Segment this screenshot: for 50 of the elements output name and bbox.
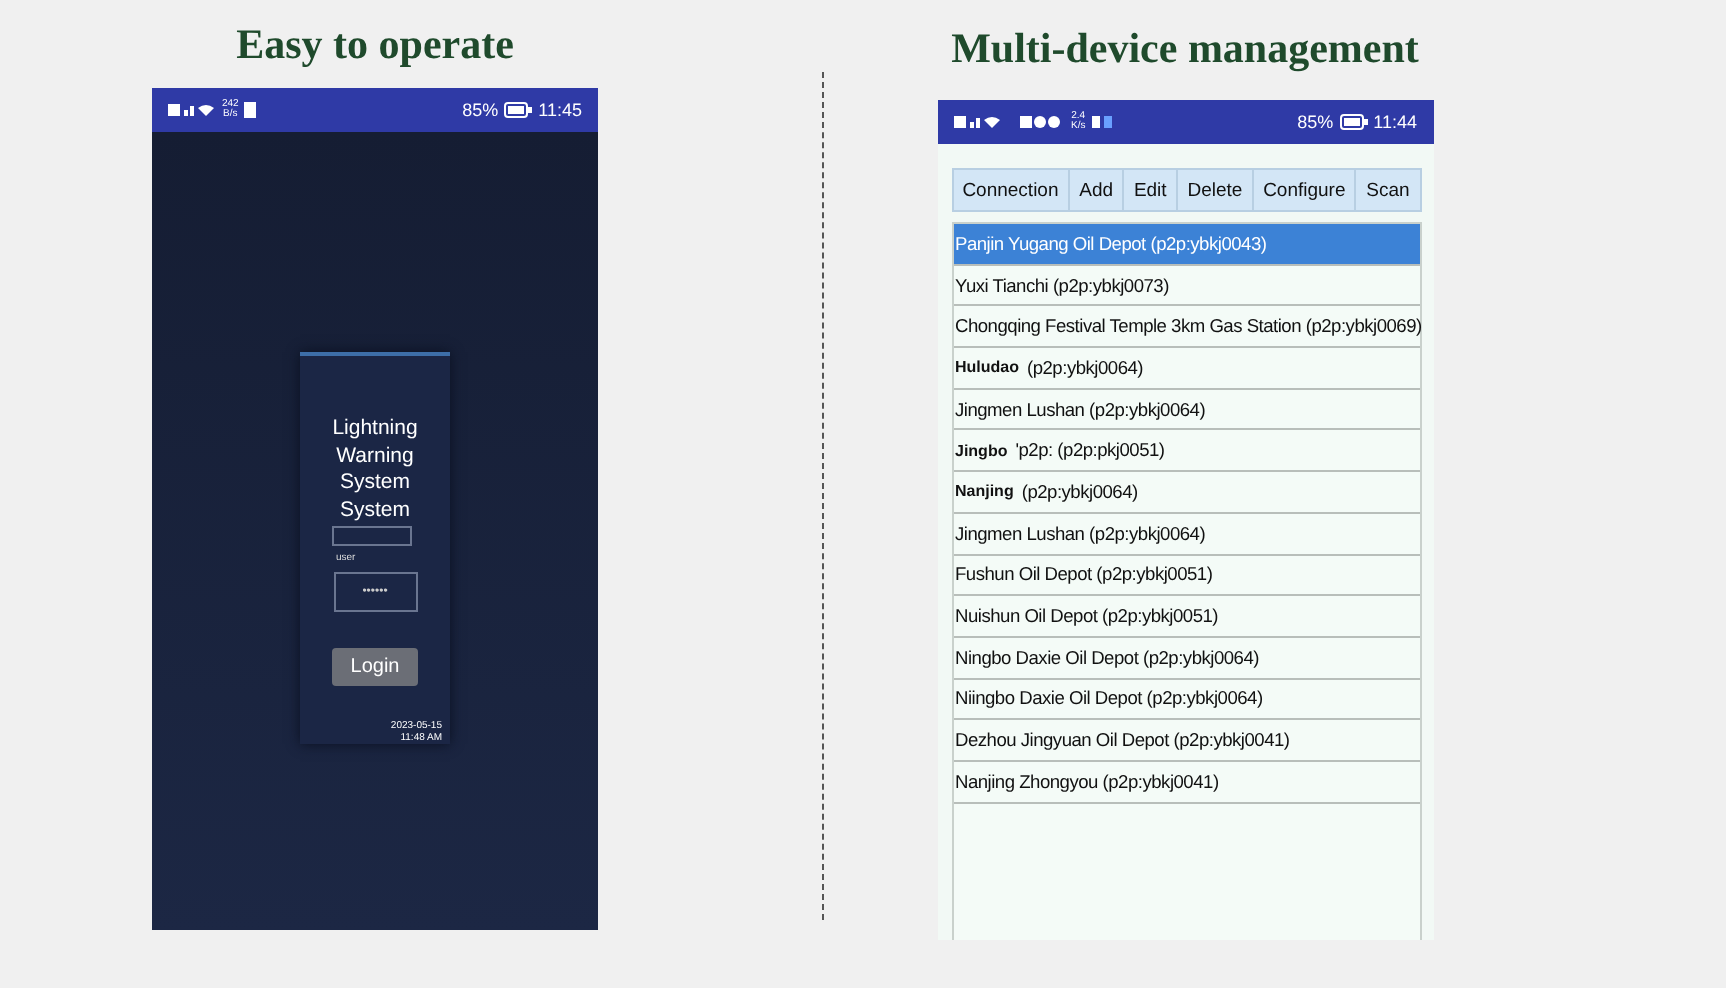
device-item[interactable]: Panjin Yugang Oil Depot (p2p:ybkj0043)	[953, 224, 1419, 266]
device-item[interactable]: Fushun Oil Depot (p2p:ybkj0051)	[953, 555, 1419, 597]
app-title: Lightning Warning System System	[330, 416, 420, 524]
device-label: Huludao	[955, 358, 1019, 377]
device-item[interactable]: Dezhou Jingyuan Oil Depot (p2p:ybkj0041)	[953, 720, 1419, 762]
toolbar-button[interactable]: Connection	[953, 170, 1070, 210]
device-name: Nuishun Oil Depot (p2p:ybkj0051)	[955, 606, 1219, 627]
clock: 11:45	[538, 100, 582, 120]
device-name: Panjin Yugang Oil Depot (p2p:ybkj0043)	[955, 233, 1267, 254]
battery-icon	[1339, 114, 1368, 130]
status-icons	[168, 102, 216, 118]
caption: Multi-device management	[951, 24, 1419, 76]
device-name: Chongqing Festival Temple 3km Gas Station (p2p:ybkj0069)	[955, 316, 1422, 337]
device-name: Jingmen Lushan (p2p:ybkj0064)	[955, 399, 1206, 420]
device-label: Nanjing	[955, 482, 1014, 501]
device-item[interactable]: Chongqing Festival Temple 3km Gas Station (p2p:ybkj0069)	[953, 306, 1419, 349]
battery-percent: 85%	[462, 100, 499, 120]
toolbar-button[interactable]: Configure	[1253, 170, 1357, 210]
device-item[interactable]: Jingbo 'p2p: (p2p:pkj0051)	[953, 430, 1419, 473]
device-item[interactable]: Huludao (p2p:ybkj0064)	[953, 348, 1419, 390]
battery-percent: 85%	[1297, 112, 1334, 132]
username-field[interactable]	[331, 526, 411, 546]
device-name: Niingbo Daxie Oil Depot (p2p:ybkj0064)	[955, 688, 1263, 709]
device-item[interactable]: Ningbo Daxie Oil Depot (p2p:ybkj0064)	[953, 637, 1419, 680]
device-item[interactable]: Jingmen Lushan (p2p:ybkj0064)	[953, 389, 1419, 431]
caption: Easy to operate	[236, 20, 514, 72]
toolbar-button[interactable]: Delete	[1178, 170, 1254, 210]
device-name: Nanjing Zhongyou (p2p:ybkj0041)	[955, 771, 1219, 792]
device-name: Dezhou Jingyuan Oil Depot (p2p:ybkj0041)	[955, 730, 1290, 751]
device-name: Jingmen Lushan (p2p:ybkj0064)	[955, 523, 1206, 544]
status-icons	[953, 114, 1065, 130]
toolbar-button[interactable]: Scan	[1356, 170, 1420, 210]
device-item[interactable]: Yuxi Tianchi (p2p:ybkj0073)	[953, 265, 1419, 307]
device-name: 'p2p: (p2p:pkj0051)	[1015, 440, 1165, 461]
device-name: (p2p:ybkj0064)	[1021, 481, 1138, 502]
device-label: Jingbo	[955, 441, 1008, 460]
toolbar-button[interactable]: Edit	[1124, 170, 1179, 210]
battery-icon	[504, 102, 533, 118]
device-item[interactable]: Niingbo Daxie Oil Depot (p2p:ybkj0064)	[953, 679, 1419, 721]
clock: 11:44	[1373, 112, 1417, 132]
device-item[interactable]: Jingmen Lushan (p2p:ybkj0064)	[953, 513, 1419, 555]
toolbar-button[interactable]: Add	[1069, 170, 1125, 210]
device-name: Ningbo Daxie Oil Depot (p2p:ybkj0064)	[955, 647, 1259, 668]
device-name: (p2p:ybkj0064)	[1027, 357, 1144, 378]
device-name: Yuxi Tianchi (p2p:ybkj0073)	[955, 275, 1169, 296]
device-item[interactable]: Nanjing (p2p:ybkj0064)	[953, 472, 1419, 514]
device-item[interactable]: Nuishun Oil Depot (p2p:ybkj0051)	[953, 596, 1419, 638]
login-button[interactable]: Login	[332, 647, 418, 686]
device-item[interactable]: Nanjing Zhongyou (p2p:ybkj0041)	[953, 761, 1419, 804]
device-name: Fushun Oil Depot (p2p:ybkj0051)	[955, 564, 1213, 585]
